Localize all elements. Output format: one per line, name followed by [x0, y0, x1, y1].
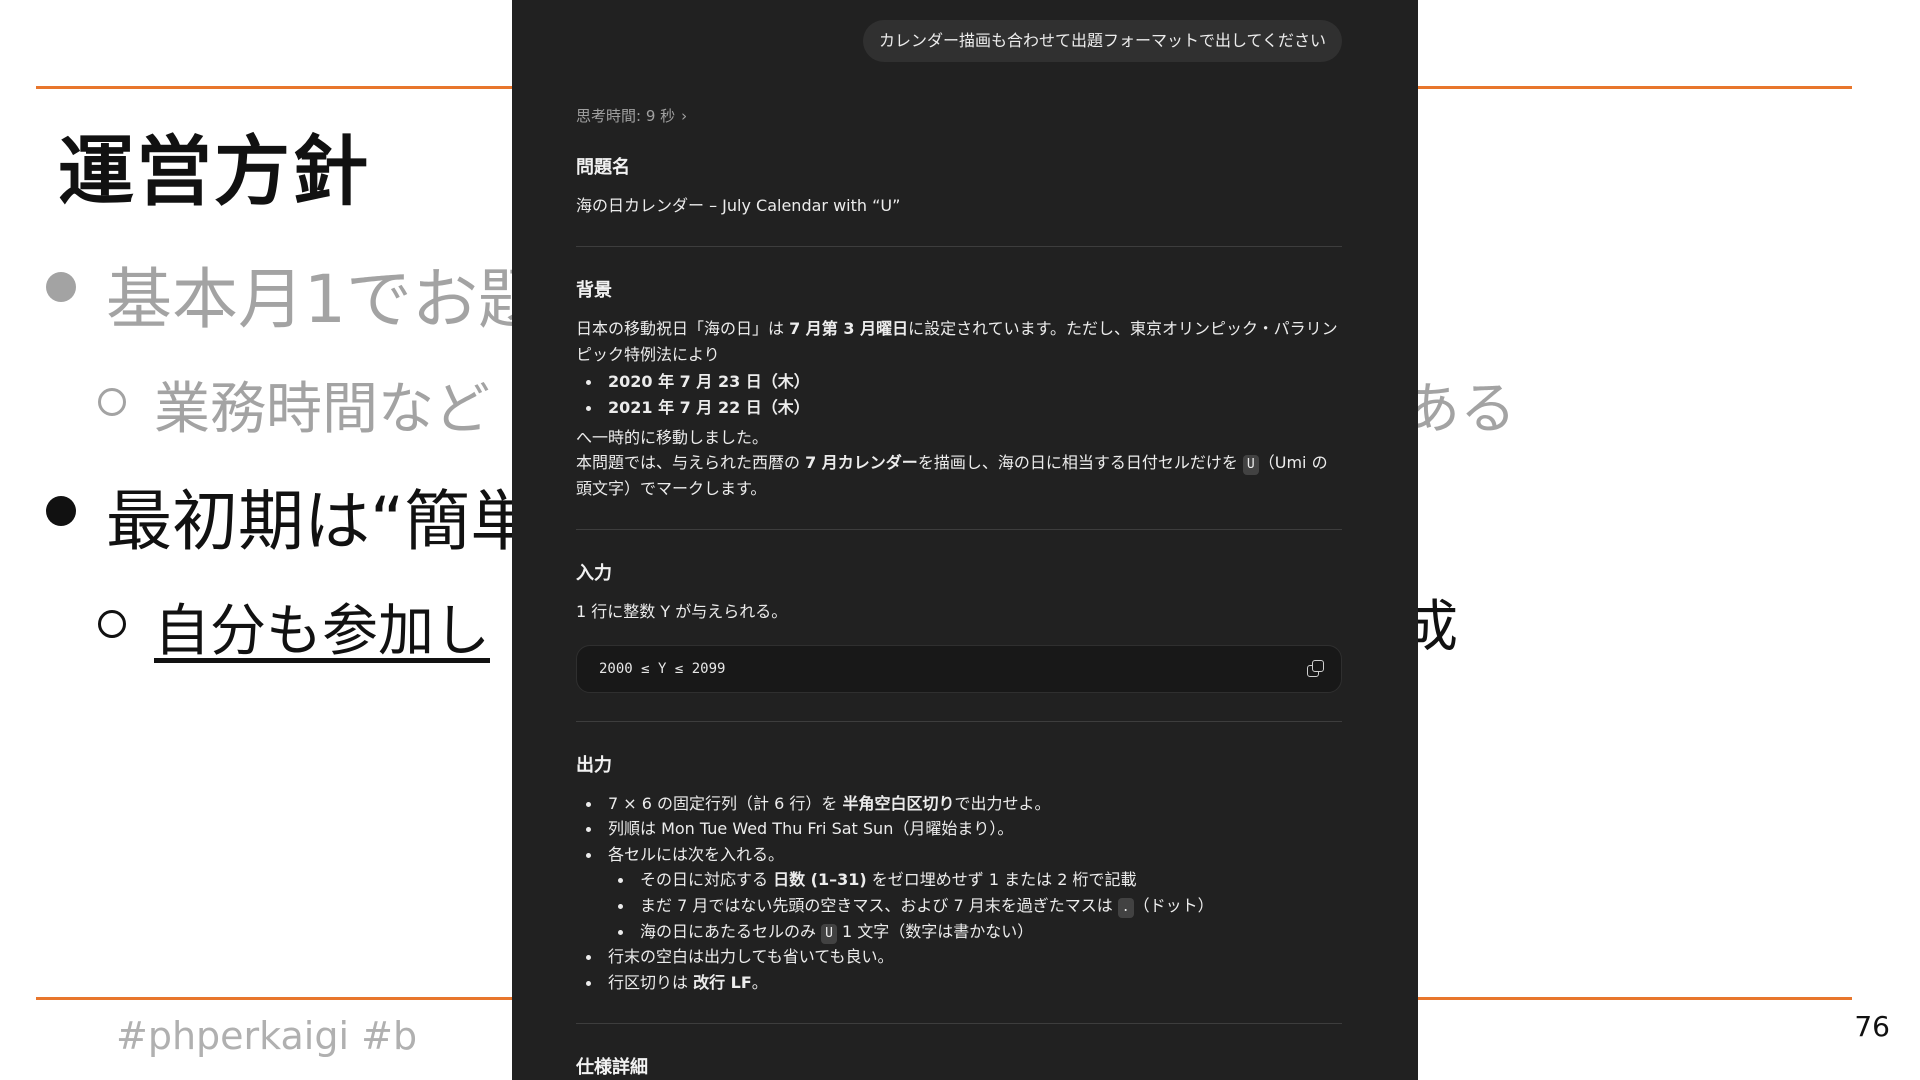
slide-page-number: 76 — [1854, 1010, 1890, 1043]
text-run: 行区切りは — [608, 972, 694, 992]
section-divider — [576, 1023, 1342, 1025]
list-item-text: 2020 年 7 月 23 日（木） — [608, 372, 810, 392]
assistant-response: 思考時間: 9 秒 › 問題名 海の日カレンダー – July Calendar … — [576, 104, 1342, 1080]
text-run-bold: 半角空白区切り — [842, 793, 955, 813]
section-problem-name: 問題名 海の日カレンダー – July Calendar with “U” — [576, 154, 1342, 218]
text-run: をゼロ埋めせず 1 または 2 桁で記載 — [866, 870, 1137, 890]
background-paragraph-1: 日本の移動祝日「海の日」は 7 月第 3 月曜日に設定されています。ただし、東京… — [576, 316, 1342, 367]
text-run: 。 — [751, 972, 768, 992]
section-divider — [576, 246, 1342, 248]
list-item: 海の日にあたるセルのみ U 1 文字（数字は書かない） — [618, 919, 1342, 945]
section-output: 出力 7 × 6 の固定行列（計 6 行）を 半角空白区切りで出力せよ。 列順は… — [576, 752, 1342, 996]
input-code-block: 2000 ≤ Y ≤ 2099 — [576, 644, 1342, 693]
text-run: 本問題では、与えられた西暦の — [576, 453, 806, 473]
list-item: 2020 年 7 月 23 日（木） — [586, 369, 1342, 395]
inline-code: . — [1117, 897, 1134, 918]
slide-subbullet-1-tail: ある — [1404, 377, 1516, 442]
background-paragraph-2: へ一時的に移動しました。 — [576, 427, 769, 447]
list-item: 行区切りは 改行 LF。 — [586, 970, 1342, 996]
list-item: 2021 年 7 月 22 日（木） — [586, 395, 1342, 421]
section-divider — [576, 720, 1342, 722]
section-spec: 仕様詳細 — [576, 1054, 1342, 1080]
text-run: 各セルには次を入れる。 — [608, 844, 785, 864]
list-item-text: 2021 年 7 月 22 日（木） — [608, 397, 810, 417]
text-run: 1 文字（数字は書かない） — [836, 921, 1034, 941]
background-date-list: 2020 年 7 月 23 日（木） 2021 年 7 月 22 日（木） — [576, 369, 1342, 420]
slide-bullet-2-text: 最初期は“簡単 — [106, 483, 537, 560]
inline-code: U — [1242, 455, 1259, 476]
thinking-time-toggle[interactable]: 思考時間: 9 秒 › — [576, 104, 1342, 128]
text-run: まだ 7 月ではない先頭の空きマス、および 7 月末を過ぎたマスは — [640, 895, 1118, 915]
text-run-bold: 7 月第 3 月曜日 — [789, 319, 909, 339]
text-run: 日本の移動祝日「海の日」は — [576, 319, 790, 339]
input-description: 1 行に整数 Y が与えられる。 — [576, 602, 788, 622]
copy-icon[interactable] — [1307, 659, 1325, 678]
bullet-circle-icon — [98, 388, 126, 416]
output-cell-rules-list: その日に対応する 日数 (1–31) をゼロ埋めせず 1 または 2 桁で記載 … — [608, 867, 1342, 944]
section-input: 入力 1 行に整数 Y が与えられる。 2000 ≤ Y ≤ 2099 — [576, 560, 1342, 693]
thinking-time-label: 思考時間: 9 秒 — [576, 107, 676, 125]
inline-code: U — [821, 923, 837, 944]
slide-subbullet-2-text: 自分も参加し — [154, 599, 490, 664]
list-item: 7 × 6 の固定行列（計 6 行）を 半角空白区切りで出力せよ。 — [586, 791, 1342, 817]
background-paragraph-3: 本問題では、与えられた西暦の 7 月カレンダーを描画し、海の日に相当する日付セル… — [576, 450, 1342, 501]
text-run: で出力せよ。 — [954, 793, 1051, 813]
text-run: （ドット） — [1133, 895, 1214, 915]
text-run: 海の日にあたるセルのみ — [640, 921, 822, 941]
chat-window[interactable]: カレンダー描画も合わせて出題フォーマットで出してください 思考時間: 9 秒 › … — [512, 0, 1418, 1080]
list-item: 各セルには次を入れる。 その日に対応する 日数 (1–31) をゼロ埋めせず 1… — [586, 842, 1342, 944]
text-run-bold: 日数 (1–31) — [773, 870, 867, 890]
slide-title: 運営方針 — [58, 127, 370, 216]
section-heading: 問題名 — [576, 157, 630, 178]
text-run: を描画し、海の日に相当する日付セルだけを — [917, 453, 1243, 473]
text-run: その日に対応する — [640, 870, 774, 890]
list-item: 列順は Mon Tue Wed Thu Fri Sat Sun（月曜始まり）。 — [586, 816, 1342, 842]
user-message-bubble: カレンダー描画も合わせて出題フォーマットで出してください — [862, 20, 1342, 62]
code-block-text: 2000 ≤ Y ≤ 2099 — [599, 660, 726, 677]
list-item: その日に対応する 日数 (1–31) をゼロ埋めせず 1 または 2 桁で記載 — [618, 867, 1342, 893]
output-rules-list: 7 × 6 の固定行列（計 6 行）を 半角空白区切りで出力せよ。 列順は Mo… — [576, 791, 1342, 996]
slide-bullet-1-text: 基本月1でお題 — [106, 261, 544, 338]
section-background: 背景 日本の移動祝日「海の日」は 7 月第 3 月曜日に設定されています。ただし… — [576, 277, 1342, 501]
text-run-bold: 改行 LF — [693, 972, 752, 992]
text-run: 7 × 6 の固定行列（計 6 行）を — [608, 793, 843, 813]
bullet-circle-icon — [98, 610, 126, 638]
section-heading: 仕様詳細 — [576, 1057, 648, 1079]
list-item: まだ 7 月ではない先頭の空きマス、および 7 月末を過ぎたマスは . （ドット） — [618, 893, 1342, 919]
problem-name-text: 海の日カレンダー – July Calendar with “U” — [576, 195, 901, 215]
section-heading: 背景 — [576, 280, 612, 302]
section-heading: 入力 — [576, 563, 612, 585]
slide-subbullet-1-text: 業務時間など — [154, 377, 490, 442]
bullet-disc-icon — [46, 496, 76, 526]
section-heading: 出力 — [576, 754, 612, 776]
text-run-bold: 7 月カレンダー — [805, 453, 918, 473]
slide-footer-hashtag: #phperkaigi #b — [116, 1014, 418, 1058]
list-item: 行末の空白は出力しても省いても良い。 — [586, 944, 1342, 970]
section-divider — [576, 529, 1342, 531]
bullet-disc-icon — [46, 272, 76, 302]
chevron-right-icon: › — [681, 107, 688, 125]
